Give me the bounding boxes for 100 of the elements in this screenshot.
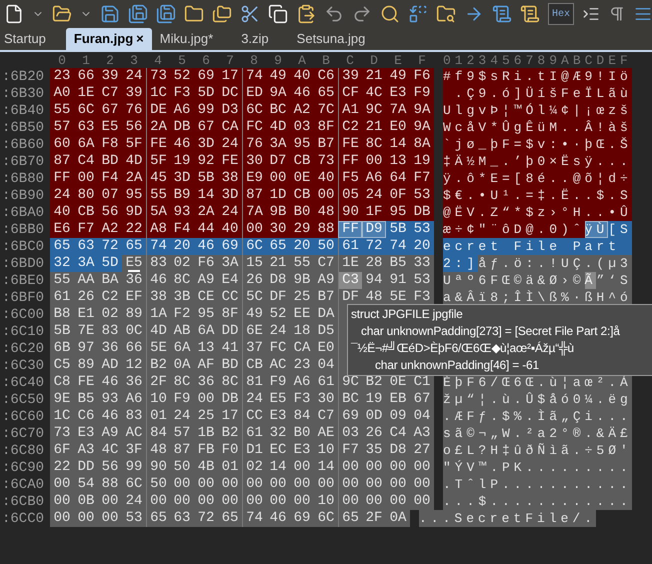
hex-byte: 84 — [290, 408, 314, 425]
hex-byte: 83 — [146, 255, 170, 272]
hex-byte: 5F — [146, 153, 170, 170]
scroll-icon[interactable] — [492, 4, 512, 24]
hex-byte: 84 — [146, 425, 170, 442]
hex-byte: 02 — [98, 306, 122, 323]
hex-byte: 40 — [218, 221, 242, 238]
hex-byte: 3F — [122, 442, 146, 459]
hex-byte: 49 — [386, 68, 410, 85]
hex-byte: CF — [338, 85, 362, 102]
undo-icon[interactable] — [324, 4, 344, 24]
copy-icon[interactable] — [268, 4, 288, 24]
hex-byte: 39 — [98, 68, 122, 85]
hex-byte: E4 — [218, 272, 242, 289]
hex-byte: 94 — [362, 272, 386, 289]
save-as-icon[interactable] — [128, 4, 148, 24]
column-header: D — [369, 54, 379, 66]
hex-byte: AF — [194, 357, 218, 374]
paste-icon[interactable] — [296, 4, 316, 24]
hex-byte: 9A — [266, 85, 290, 102]
hex-byte: C4 — [74, 153, 98, 170]
column-header: B — [321, 54, 331, 66]
hex-byte: 95 — [386, 204, 410, 221]
hex-byte: 39 — [338, 68, 362, 85]
hex-byte: 36 — [98, 340, 122, 357]
hex-byte: CA — [218, 119, 242, 136]
hex-byte: 5A — [146, 204, 170, 221]
scroll-icon[interactable] — [520, 4, 540, 24]
redo-icon[interactable] — [352, 4, 372, 24]
offset-label: :6B60 — [1, 138, 46, 152]
hex-byte: 52 — [170, 68, 194, 85]
hex-byte: 00 — [50, 493, 74, 510]
close-icon[interactable]: × — [136, 29, 144, 49]
offset-label: :6C60 — [1, 410, 46, 424]
hex-byte: 3D — [170, 170, 194, 187]
hex-byte: E5 — [266, 391, 290, 408]
hex-byte: DF — [338, 289, 362, 306]
hex-byte: 9B — [266, 204, 290, 221]
hex-byte: B7 — [314, 136, 338, 153]
hex-byte: 00 — [290, 459, 314, 476]
hex-byte: EC — [266, 442, 290, 459]
column-header: 6 — [201, 54, 211, 66]
ascii-text: `jø_þF=$v:•·þŒ.Š — [443, 136, 632, 153]
hex-byte: 19 — [362, 391, 386, 408]
hex-byte: 61 — [314, 374, 338, 391]
hex-byte: 87 — [170, 442, 194, 459]
hex-byte: C7 — [98, 85, 122, 102]
hex-byte: 49 — [242, 306, 266, 323]
hex-byte: 2A — [194, 204, 218, 221]
hex-byte: 24 — [122, 493, 146, 510]
cut-icon[interactable] — [240, 4, 260, 24]
hex-byte: 10 — [314, 442, 338, 459]
hex-byte: 80 — [74, 187, 98, 204]
hex-byte: 33 — [410, 255, 434, 272]
replace-icon[interactable] — [408, 4, 428, 24]
tab[interactable]: Miku.jpg* — [152, 28, 222, 50]
hex-byte: 00 — [362, 476, 386, 493]
hex-byte: 6A — [194, 323, 218, 340]
lines-icon[interactable] — [634, 5, 652, 23]
save-icon[interactable] — [100, 4, 120, 24]
folder-icon[interactable] — [184, 4, 204, 24]
hex-byte: 9B — [290, 272, 314, 289]
tab[interactable]: Furan.jpg × — [66, 28, 152, 50]
hex-byte: 23 — [290, 357, 314, 374]
tab[interactable]: 3.zip — [233, 28, 277, 50]
ascii-text: žµ“¦.ù.Û$åó0¼.ëg — [443, 391, 632, 408]
hex-byte: 56 — [98, 459, 122, 476]
save-all-icon[interactable] — [156, 4, 176, 24]
hex-byte: 76 — [242, 136, 266, 153]
hex-byte: 00 — [314, 476, 338, 493]
new-file-icon[interactable] — [4, 4, 24, 24]
search-icon[interactable] — [380, 4, 400, 24]
hex-byte: 81 — [242, 374, 266, 391]
hex-byte: A3 — [74, 442, 98, 459]
hex-byte: 63 — [74, 238, 98, 255]
tab[interactable]: Setsuna.jpg — [288, 28, 374, 50]
tooltip-title: struct JPGFILE jpgfile — [351, 306, 464, 323]
folders-icon[interactable] — [212, 4, 232, 24]
offset-label: :6BC0 — [1, 240, 46, 254]
tab[interactable]: Startup — [0, 28, 54, 50]
hex-byte: 00 — [410, 493, 434, 510]
hex-byte: AD — [98, 357, 122, 374]
find-in-files-icon[interactable] — [436, 4, 456, 24]
hex-byte: DB — [170, 119, 194, 136]
hex-byte: 0C — [122, 323, 146, 340]
hex-button[interactable]: Hex — [548, 3, 574, 25]
hex-byte: 00 — [266, 493, 290, 510]
hex-byte: 00 — [218, 476, 242, 493]
indent-icon[interactable] — [582, 5, 600, 23]
hex-byte: 38 — [218, 170, 242, 187]
open-folder-icon[interactable] — [52, 4, 72, 24]
hex-byte: 22 — [50, 459, 74, 476]
hex-byte: DA — [314, 306, 338, 323]
hex-byte: 04 — [410, 408, 434, 425]
hex-byte: 19 — [410, 153, 434, 170]
hex-byte: F0 — [218, 442, 242, 459]
hex-byte: 65 — [266, 238, 290, 255]
hex-byte: 89 — [122, 306, 146, 323]
column-header: E — [393, 54, 403, 66]
hex-byte: 64 — [386, 170, 410, 187]
